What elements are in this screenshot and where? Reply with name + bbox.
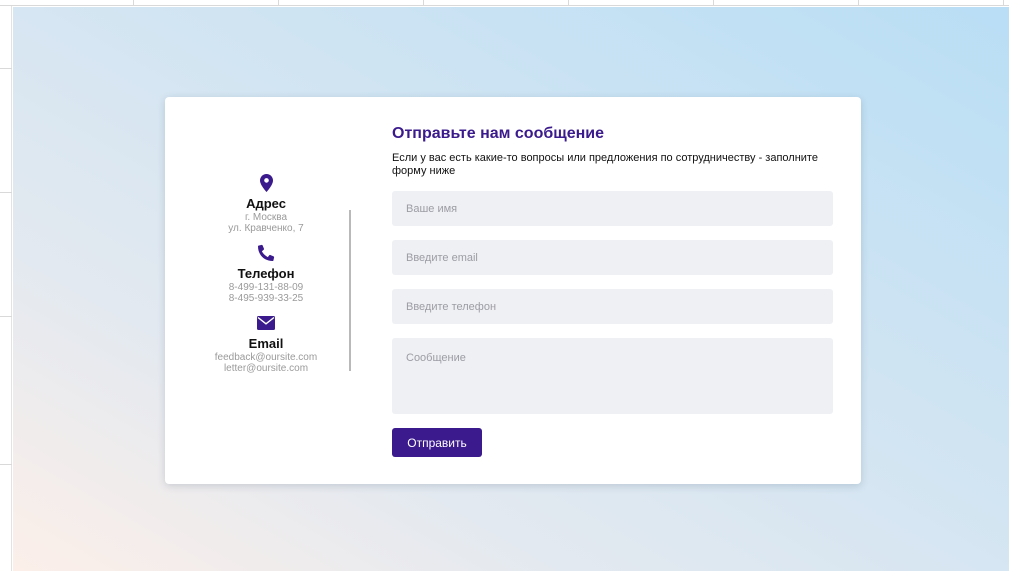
row-divider	[0, 192, 12, 193]
address-line: г. Москва	[244, 212, 288, 223]
email-address: feedback@oursite.com	[214, 352, 318, 363]
contact-info-panel: Адрес г. Москва ул. Кравченко, 7 Телефон…	[203, 172, 329, 382]
email-title: Email	[248, 336, 284, 351]
column-divider	[278, 0, 279, 6]
envelope-icon	[203, 312, 329, 334]
spreadsheet-column-strip	[0, 0, 1009, 6]
form-subtitle: Если у вас есть какие-то вопросы или пре…	[392, 152, 818, 177]
column-divider	[133, 0, 134, 6]
form-title: Отправьте нам сообщение	[392, 125, 605, 142]
row-divider	[0, 464, 12, 465]
vertical-divider	[349, 210, 351, 371]
phone-icon	[203, 242, 329, 264]
column-divider	[858, 0, 859, 6]
column-divider	[1003, 0, 1004, 6]
name-input[interactable]: Ваше имя	[392, 191, 833, 226]
phone-title: Телефон	[237, 266, 295, 281]
column-divider	[568, 0, 569, 6]
phone-input[interactable]: Введите телефон	[392, 289, 833, 324]
column-divider	[713, 0, 714, 6]
message-form: Отправьте нам сообщение Если у вас есть …	[392, 124, 833, 457]
submit-button[interactable]: Отправить	[392, 428, 482, 457]
email-input[interactable]: Введите email	[392, 240, 833, 275]
email-block: Email feedback@oursite.com letter@oursit…	[203, 312, 329, 374]
row-divider	[0, 316, 12, 317]
map-marker-icon	[203, 172, 329, 194]
message-textarea[interactable]: Сообщение	[392, 338, 833, 414]
phone-number: 8-499-131-88-09	[228, 282, 304, 293]
address-block: Адрес г. Москва ул. Кравченко, 7	[203, 172, 329, 234]
address-line: ул. Кравченко, 7	[228, 223, 304, 234]
phone-number: 8-495-939-33-25	[228, 293, 304, 304]
spreadsheet-row-strip	[0, 6, 12, 571]
row-divider	[0, 68, 12, 69]
email-address: letter@oursite.com	[223, 363, 309, 374]
phone-block: Телефон 8-499-131-88-09 8-495-939-33-25	[203, 242, 329, 304]
column-divider	[423, 0, 424, 6]
address-title: Адрес	[246, 196, 286, 211]
contact-card: Адрес г. Москва ул. Кравченко, 7 Телефон…	[165, 97, 861, 484]
